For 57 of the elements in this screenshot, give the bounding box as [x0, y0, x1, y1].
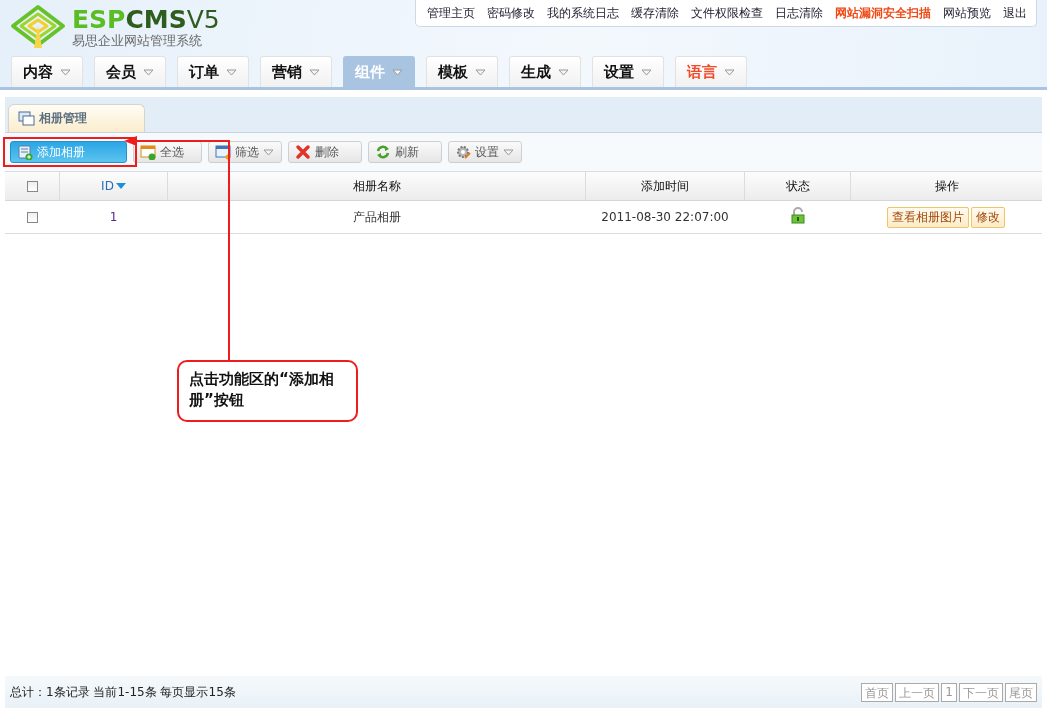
- nav-tab[interactable]: 订单: [177, 56, 249, 87]
- gear-icon: [455, 144, 471, 160]
- top-link[interactable]: 我的系统日志: [536, 4, 619, 22]
- table-cell: 产品相册: [352, 209, 401, 224]
- top-link[interactable]: 管理主页: [416, 4, 475, 22]
- nav-tab[interactable]: 内容: [11, 56, 83, 87]
- document-add-icon: [17, 144, 33, 160]
- table-cell: 1: [109, 210, 118, 224]
- page-tab[interactable]: 相册管理: [8, 104, 145, 132]
- nav-tab[interactable]: 会员: [94, 56, 166, 87]
- caret-icon: [503, 148, 514, 156]
- column-header: 状态: [785, 178, 810, 193]
- caret-icon: [724, 68, 735, 76]
- action-button[interactable]: 查看相册图片: [887, 206, 970, 228]
- caret-icon: [226, 68, 237, 76]
- toolbar-button[interactable]: 删除: [288, 141, 362, 163]
- caret-icon: [143, 68, 154, 76]
- logo-wordmark: ESPCMSV5: [72, 6, 220, 33]
- toolbar-button[interactable]: 设置: [448, 141, 522, 163]
- toolbar-button[interactable]: 筛选: [208, 141, 282, 163]
- caret-icon: [392, 68, 403, 76]
- caret-icon: [641, 68, 652, 76]
- top-link[interactable]: 文件权限检查: [680, 4, 763, 22]
- nav-tab[interactable]: 设置: [592, 56, 664, 87]
- caret-icon: [558, 68, 569, 76]
- callout-note: 点击功能区的“添加相册”按钮: [177, 360, 358, 422]
- nav-tab[interactable]: 生成: [509, 56, 581, 87]
- nav-tab[interactable]: 模板: [426, 56, 498, 87]
- table-cell: 2011-08-30 22:07:00: [601, 210, 729, 224]
- caret-icon: [309, 68, 320, 76]
- caret-icon: [475, 68, 486, 76]
- logo-icon: [10, 4, 66, 50]
- row-checkbox[interactable]: [26, 212, 38, 223]
- caret-icon: [60, 68, 71, 76]
- top-link[interactable]: 网站预览: [932, 4, 991, 22]
- top-link[interactable]: 缓存清除: [620, 4, 679, 22]
- top-link[interactable]: 密码修改: [476, 4, 535, 22]
- nav-tab[interactable]: 营销: [260, 56, 332, 87]
- caret-icon: [263, 148, 274, 156]
- column-header[interactable]: ID: [101, 179, 126, 193]
- column-header: 添加时间: [641, 178, 689, 193]
- record-summary: 总计：1条记录 当前1-15条 每页显示15条: [10, 683, 236, 701]
- toolbar-button[interactable]: 刷新: [368, 141, 442, 163]
- logo-subtitle: 易思企业网站管理系统: [72, 32, 203, 48]
- window-icon: [215, 144, 231, 160]
- top-link[interactable]: 网站漏洞安全扫描: [824, 4, 931, 22]
- windows-icon: [18, 111, 35, 126]
- sort-down-icon: [115, 183, 126, 189]
- cross-icon: [295, 144, 311, 160]
- select-all-checkbox[interactable]: [26, 181, 38, 192]
- window-add-icon: [140, 144, 156, 160]
- arrows-cycle-icon: [375, 144, 391, 160]
- column-header: 操作: [934, 178, 959, 193]
- column-header: 相册名称: [352, 178, 401, 193]
- action-button[interactable]: 修改: [971, 206, 1006, 228]
- top-link[interactable]: 退出: [992, 4, 1027, 22]
- top-link[interactable]: 日志清除: [764, 4, 823, 22]
